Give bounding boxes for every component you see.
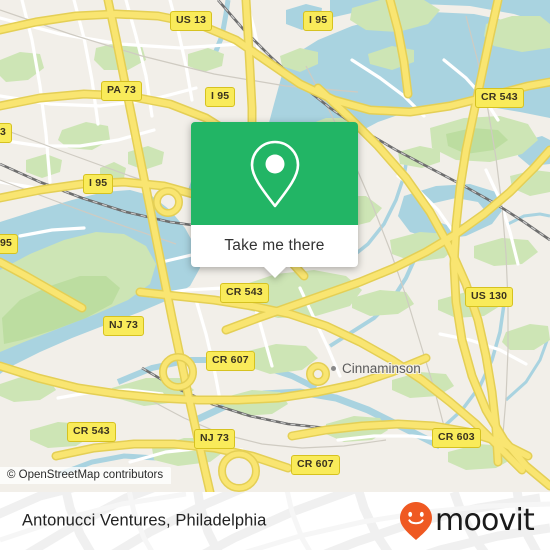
- road-shield: CR 543: [67, 422, 116, 442]
- take-me-there-label: Take me there: [224, 237, 325, 254]
- road-shield: US 130: [465, 287, 514, 307]
- road-shield: CR 543: [220, 283, 269, 303]
- map-canvas[interactable]: US 13 I 95 PA 73 I 95 CR 543 3 I 95 95 CR 543 US …: [0, 0, 550, 492]
- road-shield: 3: [0, 123, 13, 143]
- road-shield: CR 607: [206, 351, 255, 371]
- road-shield: CR 607: [291, 455, 340, 475]
- map-attribution[interactable]: © OpenStreetMap contributors: [0, 467, 172, 484]
- place-label: Cinnaminson: [342, 361, 421, 376]
- location-pin-icon: [250, 140, 299, 207]
- place-popup-card[interactable]: Take me there: [191, 122, 358, 278]
- moovit-logo[interactable]: moovit: [399, 501, 535, 541]
- moovit-place-card: US 13 I 95 PA 73 I 95 CR 543 3 I 95 95 CR 543 US …: [0, 0, 550, 550]
- popup-footer[interactable]: Take me there: [191, 225, 358, 278]
- road-shield: CR 603: [432, 428, 481, 448]
- road-shield: US 13: [170, 11, 213, 31]
- road-shield: I 95: [83, 174, 114, 194]
- place-marker-dot: [331, 366, 336, 371]
- moovit-wordmark: moovit: [435, 503, 535, 538]
- road-shield: I 95: [205, 87, 236, 107]
- road-shield: CR 543: [475, 88, 524, 108]
- place-title: Antonucci Ventures, Philadelphia: [22, 511, 267, 530]
- popup-tail: [263, 267, 286, 278]
- road-shield: NJ 73: [194, 429, 236, 449]
- footer-bar: Antonucci Ventures, Philadelphia moovit: [0, 492, 550, 550]
- road-shield: PA 73: [101, 81, 143, 101]
- road-shield: NJ 73: [103, 316, 145, 336]
- popup-header: [191, 122, 358, 225]
- moovit-smiley-pin-icon: [400, 502, 433, 540]
- road-shield: I 95: [303, 11, 334, 31]
- road-shield: 95: [0, 234, 19, 254]
